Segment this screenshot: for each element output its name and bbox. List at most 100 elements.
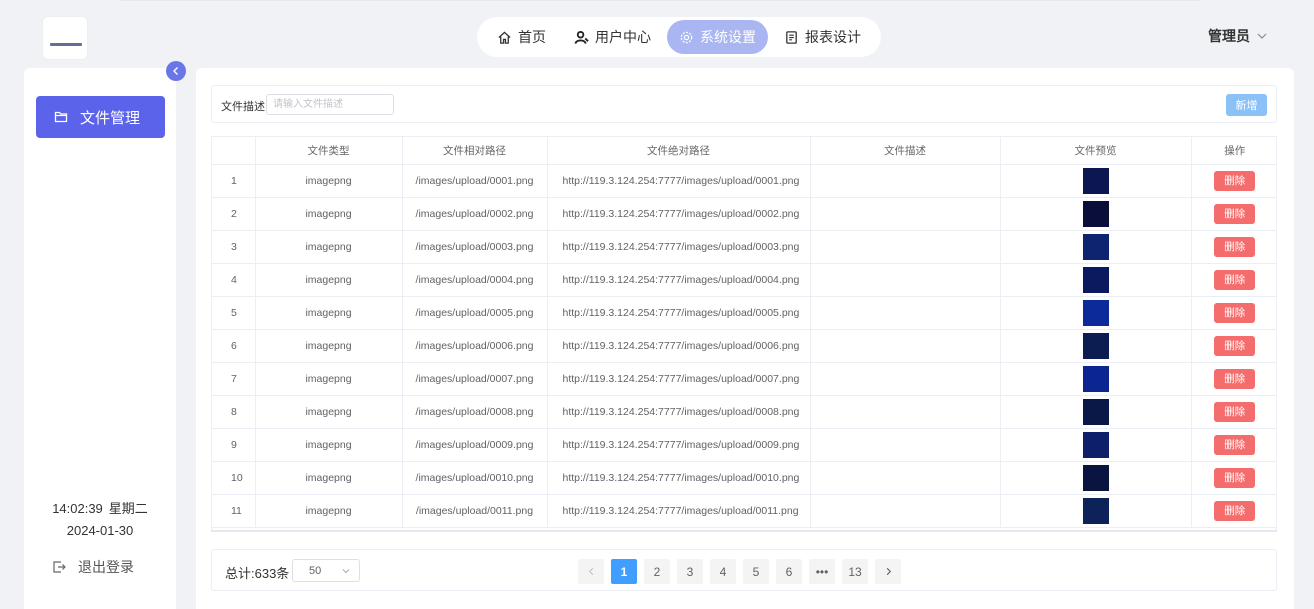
- delete-button[interactable]: 删除: [1214, 335, 1256, 356]
- table-row: 2 imagepng /images/upload/0002.png http:…: [212, 197, 1276, 231]
- preview-thumbnail[interactable]: [1082, 497, 1109, 524]
- relative-path: /images/upload/0004.png: [402, 263, 548, 297]
- nav-item-home[interactable]: 首页: [485, 20, 558, 54]
- table-row: 1 imagepng /images/upload/0001.png http:…: [212, 164, 1276, 198]
- relative-path: /images/upload/0006.png: [402, 329, 548, 363]
- column-header-preview: 文件预览: [1000, 137, 1192, 165]
- preview-thumbnail[interactable]: [1082, 266, 1109, 293]
- file-description: [810, 296, 1001, 330]
- delete-button[interactable]: 删除: [1214, 368, 1256, 389]
- sidebar-collapse-button[interactable]: [166, 61, 186, 81]
- delete-button[interactable]: 删除: [1214, 467, 1256, 488]
- row-index: 3: [212, 230, 256, 264]
- search-label: 文件描述: [221, 101, 265, 113]
- file-description: [810, 428, 1001, 462]
- table-row: 5 imagepng /images/upload/0005.png http:…: [212, 296, 1276, 330]
- delete-button[interactable]: 删除: [1214, 500, 1256, 521]
- nav-label: 系统设置: [700, 29, 756, 45]
- clock-weekday: 星期二: [108, 501, 148, 516]
- sidebar-item-file-management[interactable]: 文件管理: [36, 96, 165, 138]
- preview-thumbnail[interactable]: [1082, 167, 1109, 194]
- column-header-relative-path: 文件相对路径: [402, 137, 548, 165]
- next-page-button[interactable]: [875, 559, 901, 584]
- delete-button[interactable]: 删除: [1214, 203, 1256, 224]
- chevron-down-icon: [342, 568, 350, 573]
- chevron-left-icon: [173, 67, 178, 75]
- main-panel: 文件描述 新增 文件类型 文件相对路径 文件绝对路径 文件描述 文件预览 操作 …: [196, 68, 1294, 609]
- file-preview: [1000, 329, 1192, 363]
- delete-button[interactable]: 删除: [1214, 434, 1256, 455]
- row-actions: 删除: [1191, 362, 1276, 396]
- logout-icon: [53, 561, 66, 573]
- nav-item-system-settings[interactable]: 系统设置: [667, 20, 768, 54]
- page-button[interactable]: 3: [677, 559, 703, 584]
- file-preview: [1000, 263, 1192, 297]
- file-type: imagepng: [255, 428, 403, 462]
- row-index: 5: [212, 296, 256, 330]
- preview-thumbnail[interactable]: [1082, 233, 1109, 260]
- page-button[interactable]: 13: [842, 559, 868, 584]
- relative-path: /images/upload/0003.png: [402, 230, 548, 264]
- absolute-path: http://119.3.124.254:7777/images/upload/…: [547, 395, 811, 429]
- gear-icon: [680, 31, 693, 43]
- preview-thumbnail[interactable]: [1082, 299, 1109, 326]
- page-size-select[interactable]: 50: [292, 559, 360, 582]
- page-list: 1 2 3 4 5 6 ••• 13: [578, 559, 901, 584]
- preview-thumbnail[interactable]: [1082, 365, 1109, 392]
- preview-thumbnail[interactable]: [1082, 332, 1109, 359]
- delete-button[interactable]: 删除: [1214, 401, 1256, 422]
- table-row: 7 imagepng /images/upload/0007.png http:…: [212, 362, 1276, 396]
- file-preview: [1000, 164, 1192, 198]
- preview-thumbnail[interactable]: [1082, 431, 1109, 458]
- page-button[interactable]: 4: [710, 559, 736, 584]
- more-pages-button[interactable]: •••: [809, 559, 835, 584]
- column-header-index: [212, 137, 256, 165]
- file-type: imagepng: [255, 395, 403, 429]
- delete-button[interactable]: 删除: [1214, 302, 1256, 323]
- sidebar: 文件管理 14:02:39 星期二 2024-01-30 退出登录: [24, 68, 176, 609]
- row-actions: 删除: [1191, 461, 1276, 495]
- row-index: 4: [212, 263, 256, 297]
- delete-button[interactable]: 删除: [1214, 269, 1256, 290]
- file-description: [810, 263, 1001, 297]
- logout-button[interactable]: 退出登录: [52, 557, 134, 577]
- file-preview: [1000, 362, 1192, 396]
- nav-label: 用户中心: [595, 29, 651, 45]
- file-description: [810, 230, 1001, 264]
- file-type: imagepng: [255, 263, 403, 297]
- file-type: imagepng: [255, 164, 403, 198]
- absolute-path: http://119.3.124.254:7777/images/upload/…: [547, 428, 811, 462]
- app-logo[interactable]: [42, 16, 88, 60]
- preview-thumbnail[interactable]: [1082, 398, 1109, 425]
- page-button[interactable]: 1: [611, 559, 637, 584]
- prev-page-button[interactable]: [578, 559, 604, 584]
- file-preview: [1000, 395, 1192, 429]
- file-description-input[interactable]: [266, 94, 394, 115]
- nav-item-report-design[interactable]: 报表设计: [772, 20, 873, 54]
- relative-path: /images/upload/0010.png: [402, 461, 548, 495]
- user-icon: [574, 30, 589, 44]
- row-index: 2: [212, 197, 256, 231]
- page-button[interactable]: 6: [776, 559, 802, 584]
- page-button[interactable]: 2: [644, 559, 670, 584]
- user-menu[interactable]: 管理员: [1208, 26, 1268, 46]
- column-header-type: 文件类型: [255, 137, 403, 165]
- file-table: 文件类型 文件相对路径 文件绝对路径 文件描述 文件预览 操作 1 imagep…: [211, 136, 1277, 532]
- preview-thumbnail[interactable]: [1082, 200, 1109, 227]
- add-button[interactable]: 新增: [1226, 94, 1267, 116]
- file-type: imagepng: [255, 329, 403, 363]
- row-actions: 删除: [1191, 230, 1276, 264]
- file-type: imagepng: [255, 461, 403, 495]
- chevron-down-icon: [1257, 33, 1267, 39]
- nav-item-user-center[interactable]: 用户中心: [562, 20, 663, 54]
- preview-thumbnail[interactable]: [1082, 464, 1109, 491]
- row-actions: 删除: [1191, 164, 1276, 198]
- file-preview: [1000, 296, 1192, 330]
- delete-button[interactable]: 删除: [1214, 236, 1256, 257]
- page-button[interactable]: 5: [743, 559, 769, 584]
- table-row: 9 imagepng /images/upload/0009.png http:…: [212, 428, 1276, 462]
- file-description: [810, 494, 1001, 528]
- table-row: 10 imagepng /images/upload/0010.png http…: [212, 461, 1276, 495]
- pagination: 总计:633条 50 1 2 3 4 5 6 ••• 13: [211, 549, 1277, 591]
- delete-button[interactable]: 删除: [1214, 170, 1256, 191]
